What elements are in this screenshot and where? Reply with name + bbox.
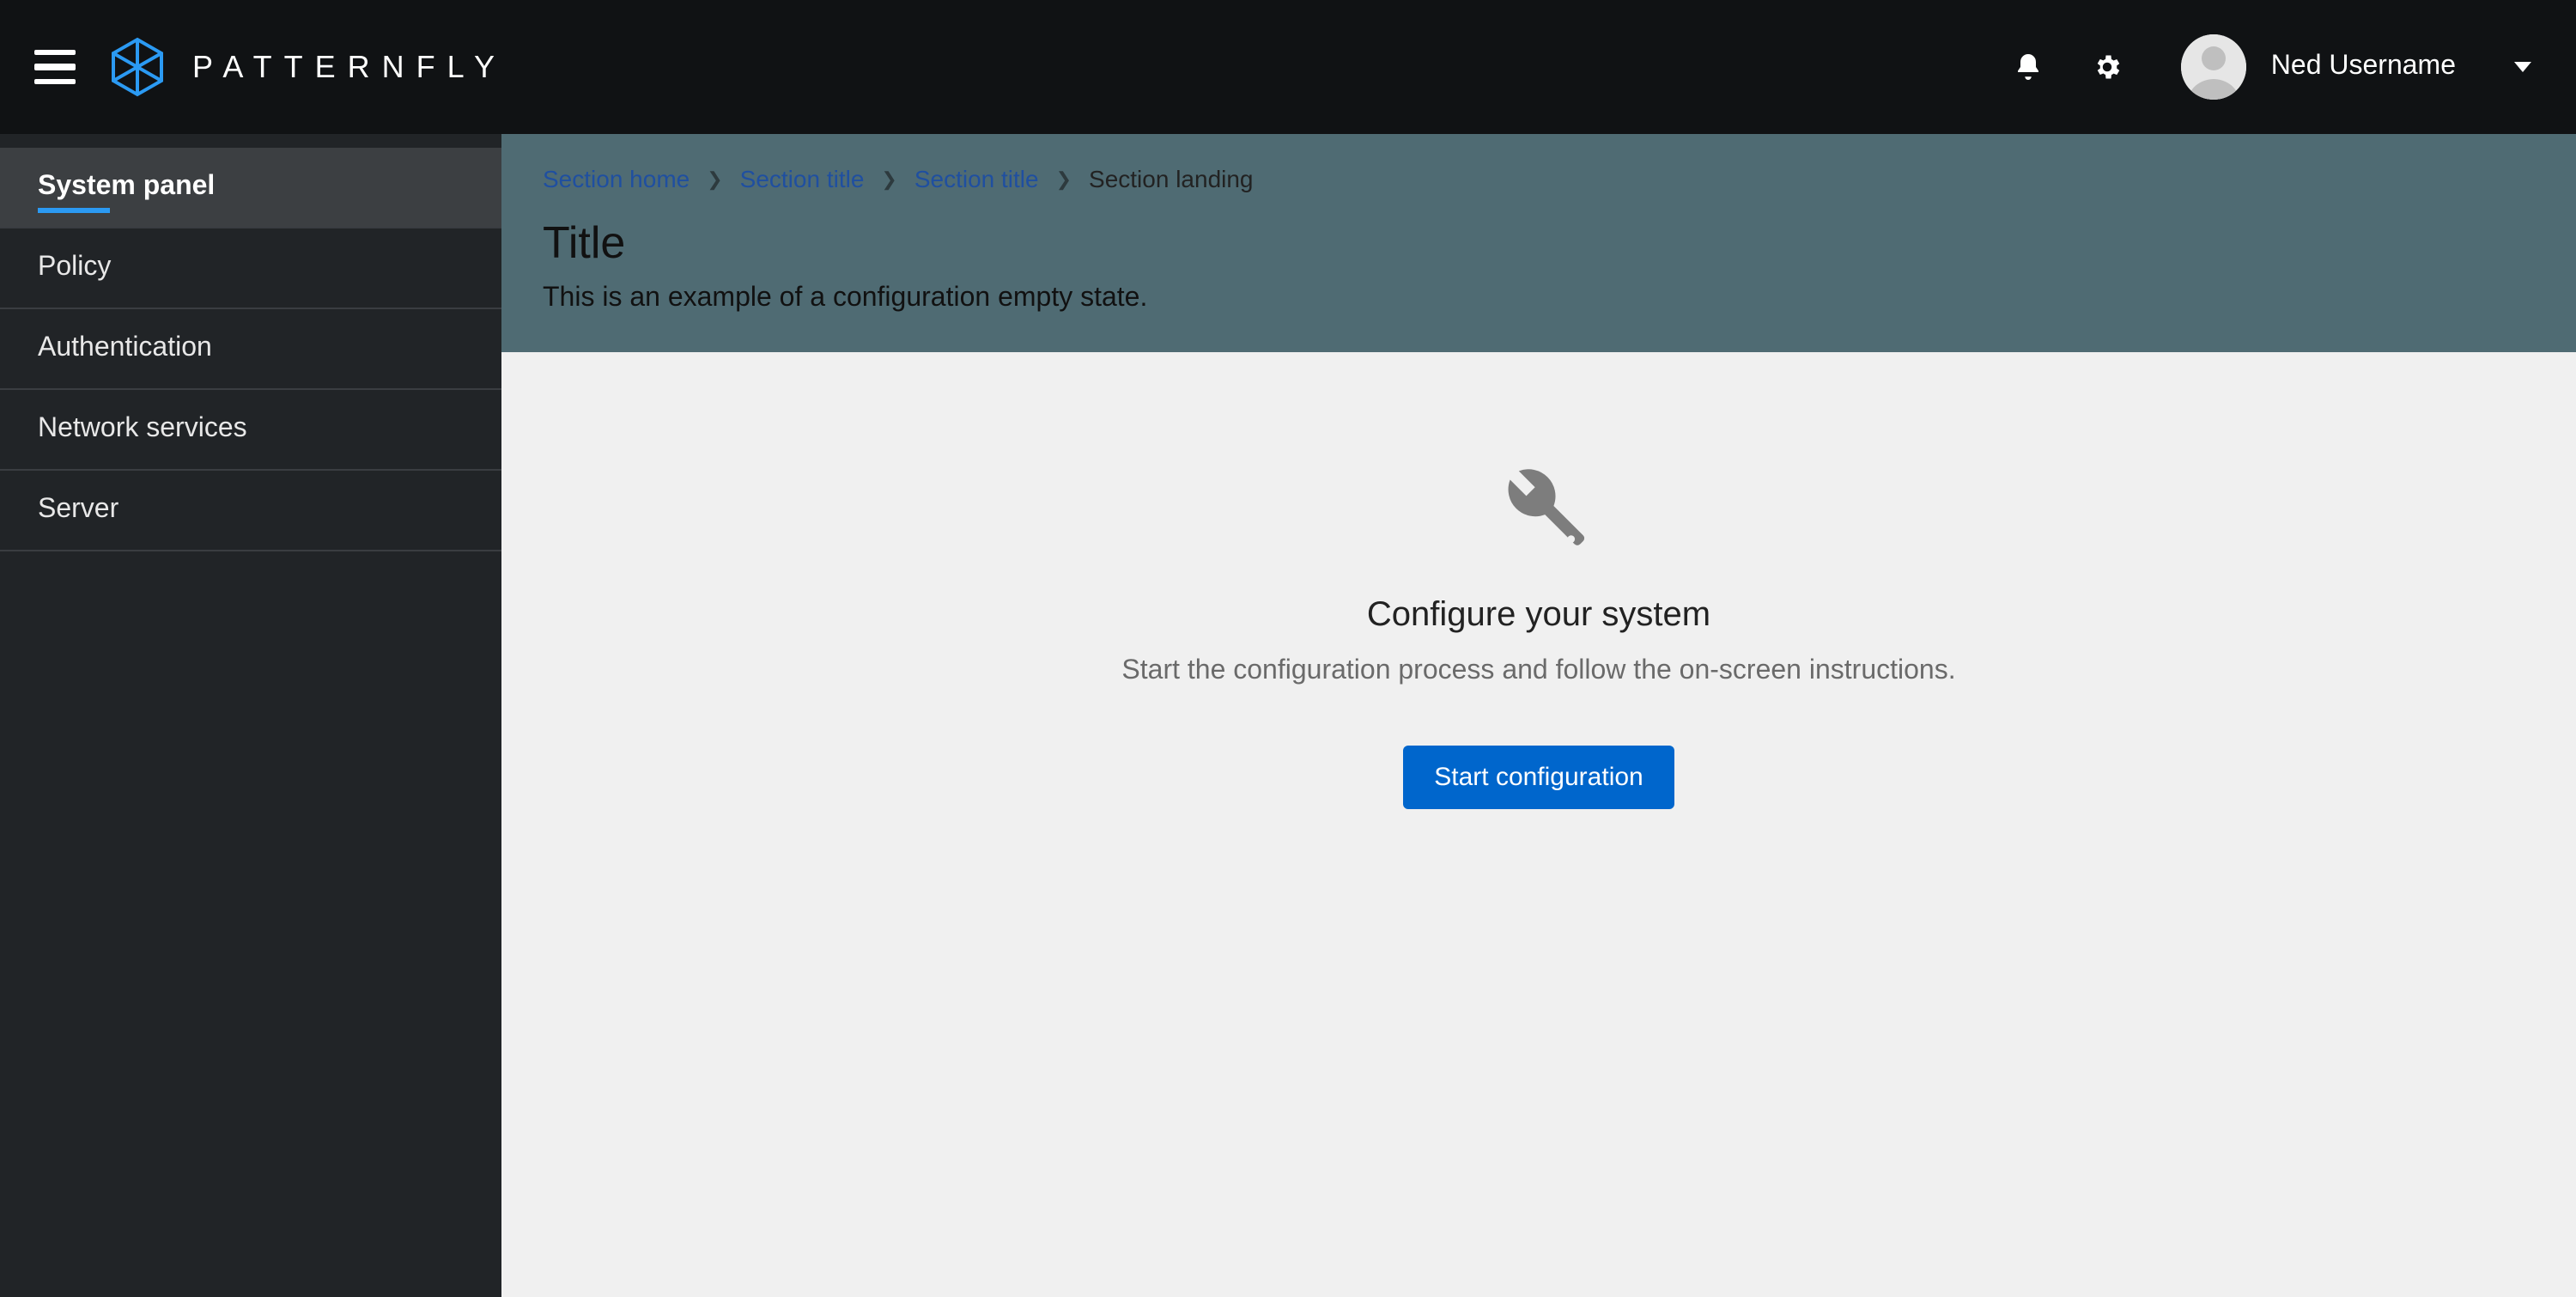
chevron-right-icon: ❯ — [881, 167, 896, 190]
bell-icon — [2014, 52, 2044, 82]
sidebar-item-server[interactable]: Server — [0, 471, 501, 551]
sidebar-item-policy[interactable]: Policy — [0, 228, 501, 309]
page-header: Section home ❯ Section title ❯ Section t… — [501, 134, 2576, 352]
sidebar-item-label: Network services — [38, 414, 247, 443]
start-configuration-button[interactable]: Start configuration — [1403, 746, 1674, 809]
settings-button[interactable] — [2069, 27, 2148, 107]
sidebar-item-label: System panel — [38, 172, 215, 201]
empty-state: Configure your system Start the configur… — [1121, 455, 1955, 809]
user-menu[interactable]: Ned Username — [2158, 34, 2542, 100]
breadcrumb-current: Section landing — [1089, 165, 1254, 192]
sidebar-item-authentication[interactable]: Authentication — [0, 309, 501, 390]
hamburger-icon[interactable] — [34, 50, 76, 84]
sidebar-item-label: Server — [38, 495, 118, 524]
avatar-icon — [2182, 34, 2247, 100]
page-title: Title — [543, 216, 2535, 270]
patternfly-logo-icon — [106, 36, 168, 98]
sidebar-item-system-panel[interactable]: System panel — [0, 148, 501, 228]
sidebar-nav: System panel Policy Authentication Netwo… — [0, 134, 501, 1297]
breadcrumb-link[interactable]: Section title — [914, 165, 1039, 192]
breadcrumb-link[interactable]: Section home — [543, 165, 690, 192]
avatar — [2182, 34, 2247, 100]
breadcrumb-link[interactable]: Section title — [740, 165, 865, 192]
wrench-icon — [1121, 455, 1955, 555]
main: Section home ❯ Section title ❯ Section t… — [501, 134, 2576, 1297]
breadcrumb: Section home ❯ Section title ❯ Section t… — [543, 165, 2535, 192]
sidebar-item-label: Authentication — [38, 333, 212, 362]
masthead: PATTERNFLY Ned Username — [0, 0, 2576, 134]
brand-logo[interactable]: PATTERNFLY — [106, 36, 507, 98]
sidebar-item-label: Policy — [38, 253, 111, 282]
page-description: This is an example of a configuration em… — [543, 283, 2535, 314]
chevron-right-icon: ❯ — [1056, 167, 1072, 190]
brand-text: PATTERNFLY — [192, 49, 507, 85]
user-name: Ned Username — [2271, 52, 2456, 82]
sidebar-item-network-services[interactable]: Network services — [0, 390, 501, 471]
chevron-down-icon — [2514, 62, 2531, 72]
gear-icon — [2093, 52, 2123, 82]
empty-state-title: Configure your system — [1121, 596, 1955, 636]
chevron-right-icon: ❯ — [707, 167, 722, 190]
content-area: Configure your system Start the configur… — [501, 352, 2576, 1297]
empty-state-body: Start the configuration process and foll… — [1121, 656, 1955, 687]
notifications-button[interactable] — [1990, 27, 2069, 107]
